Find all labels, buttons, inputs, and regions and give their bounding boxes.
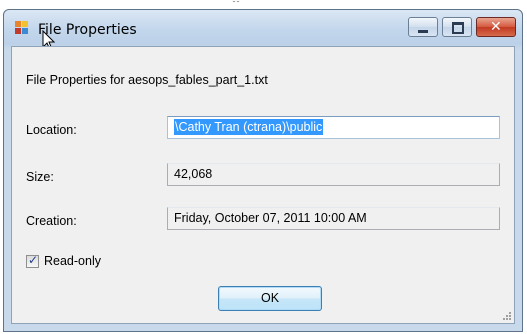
readonly-label: Read-only: [44, 254, 101, 268]
location-field[interactable]: \Cathy Tran (ctrana)\public: [167, 116, 500, 139]
close-icon: ✕: [490, 19, 502, 35]
cursor-trace-mark: ˘˘: [232, 0, 240, 9]
maximize-button[interactable]: [442, 17, 472, 37]
dialog-body: File Properties for aesops_fables_part_1…: [11, 46, 515, 324]
minimize-button[interactable]: [408, 17, 438, 37]
resize-grip-icon[interactable]: [502, 311, 512, 321]
title-bar[interactable]: File Properties ✕: [4, 10, 522, 51]
close-button[interactable]: ✕: [476, 17, 516, 37]
size-field[interactable]: 42,068: [167, 163, 500, 186]
location-label: Location:: [26, 123, 77, 137]
readonly-checkbox[interactable]: ✓: [26, 253, 39, 268]
minimize-icon: [418, 30, 428, 33]
maximize-icon: [452, 22, 464, 34]
creation-label: Creation:: [26, 214, 77, 228]
size-value: 42,068: [174, 167, 213, 181]
location-value: \Cathy Tran (ctrana)\public: [174, 119, 324, 135]
file-properties-window: File Properties ✕ File Properties for ae…: [3, 9, 523, 332]
file-heading: File Properties for aesops_fables_part_1…: [26, 73, 268, 87]
checkmark-icon: ✓: [28, 253, 39, 267]
creation-value: Friday, October 07, 2011 10:00 AM: [174, 211, 367, 225]
app-icon: [15, 21, 29, 35]
creation-field[interactable]: Friday, October 07, 2011 10:00 AM: [167, 207, 500, 230]
ok-button[interactable]: OK: [218, 286, 322, 311]
size-label: Size:: [26, 170, 54, 184]
